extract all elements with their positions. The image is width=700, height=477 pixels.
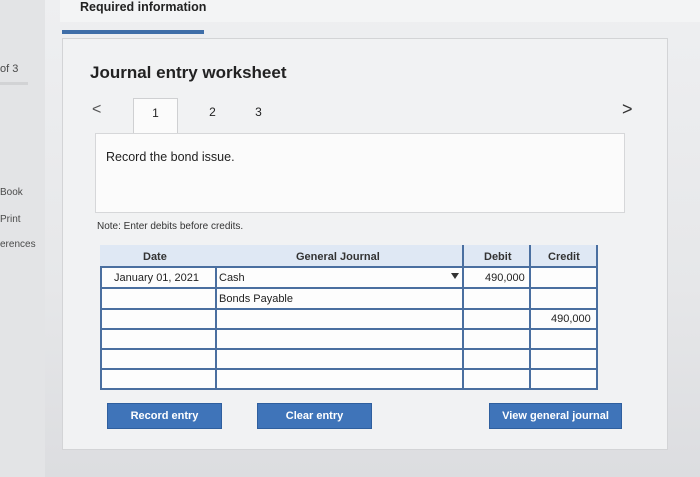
column-header-debit: Debit	[484, 251, 512, 263]
column-header-credit: Credit	[548, 251, 580, 263]
page-title: Journal entry worksheet	[90, 63, 287, 82]
chevron-right-icon[interactable]: >	[622, 99, 633, 120]
column-header-date: Date	[143, 251, 167, 263]
table-divider	[100, 266, 102, 390]
required-information-label[interactable]: Required information	[80, 0, 206, 14]
table-divider	[100, 328, 598, 330]
chevron-left-icon[interactable]: <	[92, 101, 101, 119]
table-divider	[100, 266, 598, 268]
row-3-credit[interactable]: 490,000	[551, 313, 591, 325]
row-1-date[interactable]: January 01, 2021	[114, 272, 199, 284]
sidebar-item-references[interactable]: erences	[0, 239, 36, 250]
page-indicator-underline	[0, 82, 28, 85]
row-2-account[interactable]: Bonds Payable	[219, 293, 293, 305]
clear-entry-button[interactable]: Clear entry	[257, 403, 372, 429]
row-1-debit[interactable]: 490,000	[485, 272, 525, 284]
section-accent-bar	[62, 30, 204, 34]
table-divider	[215, 266, 217, 390]
column-header-general-journal: General Journal	[296, 251, 380, 263]
sidebar-item-book[interactable]: Book	[0, 187, 23, 198]
table-divider	[462, 245, 464, 390]
tab-2[interactable]: 2	[190, 98, 235, 134]
instruction-text: Record the bond issue.	[106, 150, 235, 164]
tab-1[interactable]: 1	[133, 98, 178, 134]
instruction-box	[95, 133, 625, 213]
table-divider	[100, 388, 598, 390]
table-divider	[100, 368, 598, 370]
table-divider	[100, 308, 598, 310]
left-sidebar: of 3 Book Print erences	[0, 0, 45, 477]
tab-3[interactable]: 3	[236, 98, 281, 134]
account-dropdown-arrow-icon[interactable]	[451, 273, 459, 279]
record-entry-button[interactable]: Record entry	[107, 403, 222, 429]
table-divider	[596, 245, 598, 390]
table-divider	[100, 348, 598, 350]
table-divider	[529, 245, 531, 390]
table-divider	[100, 287, 598, 289]
sidebar-item-print[interactable]: Print	[0, 214, 21, 225]
page-indicator: of 3	[0, 63, 19, 75]
view-general-journal-button[interactable]: View general journal	[489, 403, 622, 429]
note-text: Note: Enter debits before credits.	[97, 221, 244, 232]
row-1-account[interactable]: Cash	[219, 272, 245, 284]
